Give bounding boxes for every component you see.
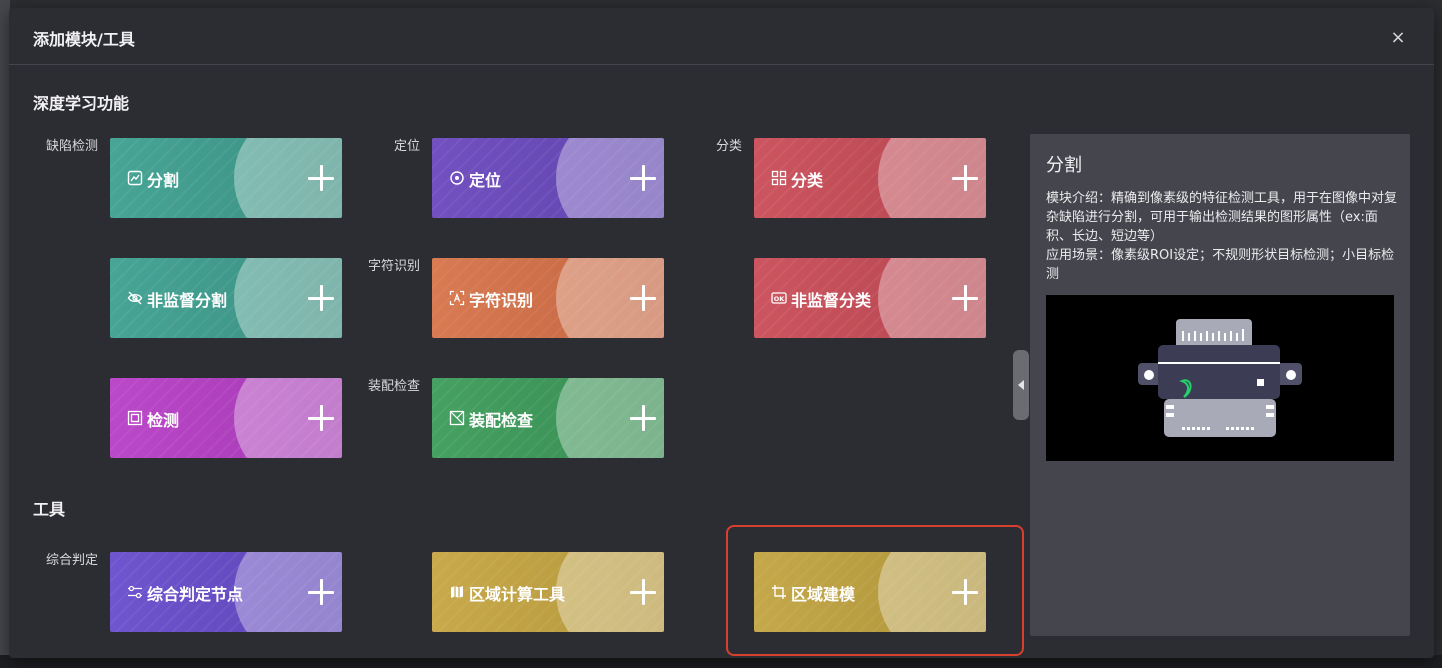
card-unsupervised-segment[interactable]: 非监督分割 (110, 258, 342, 338)
dialog-title: 添加模块/工具 (33, 30, 135, 49)
card-classify[interactable]: 分类 (754, 138, 986, 218)
connector-defect-preview (1046, 295, 1394, 461)
card-locate[interactable]: 定位 (432, 138, 664, 218)
plus-icon (308, 579, 334, 605)
add-locate-button[interactable] (618, 165, 664, 191)
segment-icon (127, 170, 143, 186)
sliders-icon (128, 585, 142, 599)
add-area-modeling-button[interactable] (940, 579, 986, 605)
group-label-locate: 定位 (393, 139, 420, 154)
group-label-ocr: 字符识别 (367, 259, 420, 274)
frame-icon (127, 410, 143, 426)
close-button[interactable]: × (1388, 28, 1408, 48)
plus-icon (308, 405, 334, 431)
add-ocr-button[interactable] (618, 285, 664, 311)
card-label: 非监督分类 (791, 291, 872, 310)
ok-badge-icon: OK (771, 292, 787, 304)
target-icon (450, 171, 464, 185)
group-label-judge: 综合判定 (45, 553, 98, 568)
plus-icon (630, 579, 656, 605)
plus-icon (630, 285, 656, 311)
card-label: 分类 (791, 171, 824, 190)
add-area-calc-tool-button[interactable] (618, 579, 664, 605)
card-assembly-check[interactable]: 装配检查 (432, 378, 664, 458)
module-info-panel: 分割 模块介绍：精确到像素级的特征检测工具，用于在图像中对复杂缺陷进行分割，可用… (1030, 134, 1410, 636)
add-module-dialog: 添加模块/工具 × 深度学习功能 缺陷检测 定位 分类 字符识别 装配检查 分割… (9, 8, 1434, 658)
card-segment[interactable]: 分割 (110, 138, 342, 218)
svg-text:OK: OK (774, 295, 786, 303)
card-label: 分割 (147, 171, 180, 190)
info-title: 分割 (1046, 155, 1082, 176)
crop-icon (772, 585, 786, 599)
section-title-deep-learning: 深度学习功能 (33, 94, 130, 113)
card-label: 检测 (147, 411, 180, 430)
card-label: 区域建模 (791, 585, 856, 604)
add-unsupervised-classify-button[interactable] (940, 285, 986, 311)
plus-icon (308, 165, 334, 191)
dialog-header: 添加模块/工具 × (9, 8, 1434, 65)
card-label: 区域计算工具 (469, 585, 566, 604)
card-area-calc-tool[interactable]: 区域计算工具 (432, 552, 664, 632)
add-unsupervised-segment-button[interactable] (296, 285, 342, 311)
info-scenario: 应用场景：像素级ROI设定；不规则形状目标检测；小目标检测 (1046, 248, 1395, 282)
card-ocr[interactable]: 字符识别 (432, 258, 664, 338)
card-label: 装配检查 (469, 411, 534, 430)
card-area-modeling[interactable]: 区域建模 (754, 552, 986, 632)
preview-illustration (1138, 319, 1302, 437)
add-detect-button[interactable] (296, 405, 342, 431)
add-assembly-check-button[interactable] (618, 405, 664, 431)
collapse-panel-handle[interactable] (1013, 350, 1029, 420)
add-segment-button[interactable] (296, 165, 342, 191)
card-label: 字符识别 (469, 291, 534, 310)
section-title-tools: 工具 (33, 500, 66, 519)
card-judge-node[interactable]: 综合判定节点 (110, 552, 342, 632)
plus-icon (952, 165, 978, 191)
card-detect[interactable]: 检测 (110, 378, 342, 458)
plus-icon (630, 405, 656, 431)
add-judge-node-button[interactable] (296, 579, 342, 605)
grid-icon (771, 170, 787, 186)
plus-icon (308, 285, 334, 311)
map-icon (451, 586, 463, 598)
card-unsupervised-classify[interactable]: OK 非监督分类 (754, 258, 986, 338)
plus-icon (952, 579, 978, 605)
info-intro: 模块介绍：精确到像素级的特征检测工具，用于在图像中对复杂缺陷进行分割，可用于输出… (1046, 191, 1398, 244)
group-label-defect: 缺陷检测 (45, 139, 98, 154)
box-check-icon (449, 410, 465, 426)
group-label-assembly: 装配检查 (367, 379, 420, 394)
info-description: 模块介绍：精确到像素级的特征检测工具，用于在图像中对复杂缺陷进行分割，可用于输出… (1046, 189, 1398, 284)
plus-icon (630, 165, 656, 191)
card-label: 定位 (469, 171, 502, 190)
group-label-classify: 分类 (715, 139, 742, 154)
plus-icon (952, 285, 978, 311)
add-classify-button[interactable] (940, 165, 986, 191)
eye-off-icon (127, 291, 143, 305)
card-label: 非监督分割 (147, 291, 228, 310)
card-label: 综合判定节点 (147, 585, 244, 604)
text-scan-icon (449, 290, 465, 306)
